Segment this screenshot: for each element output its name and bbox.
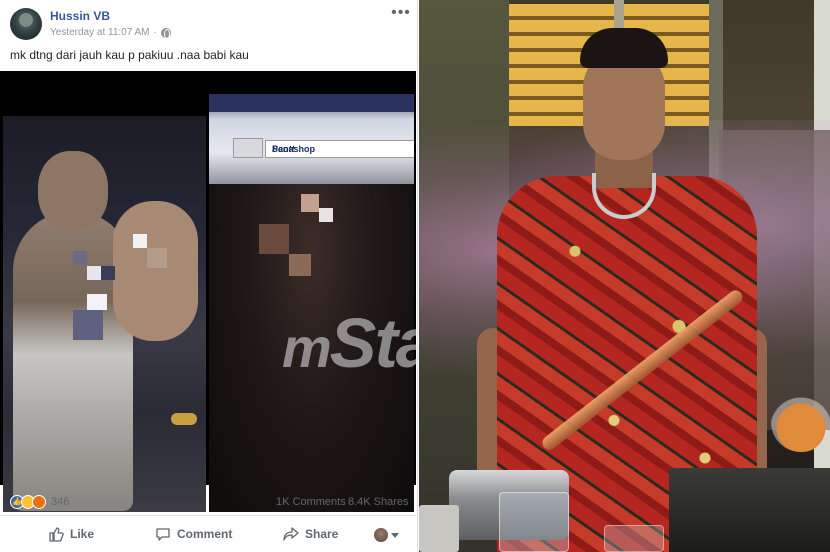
lab-bench: [669, 468, 830, 552]
viewer-selector[interactable]: [374, 528, 399, 542]
like-label: Like: [70, 527, 95, 541]
post-meta: Yesterday at 11:07 AM ·: [50, 27, 171, 39]
shares-count[interactable]: 8.4K Shares: [348, 496, 409, 508]
glass-beaker: [499, 492, 569, 552]
pixelation-block: [289, 254, 311, 276]
pixelation-block: [73, 251, 87, 265]
author-avatar[interactable]: [10, 8, 42, 40]
comments-count[interactable]: 1K Comments: [276, 496, 346, 508]
pixelation-block: [87, 294, 107, 310]
post-stats: 👍 346 1K Comments 8.4K Shares: [0, 488, 418, 516]
thumbs-up-icon: [49, 527, 64, 542]
reactions-summary[interactable]: 👍 346: [10, 495, 69, 509]
pixelation-block: [147, 248, 167, 268]
round-flask: [771, 372, 830, 452]
gold-ring: [171, 413, 197, 425]
more-options-button[interactable]: •••: [390, 5, 412, 24]
blurred-face: [38, 151, 108, 231]
pixelation-block: [133, 234, 147, 248]
comment-button[interactable]: Comment: [155, 526, 232, 542]
post-media[interactable]: Panashop Scott mStar: [0, 71, 460, 512]
ac-unit: [233, 138, 263, 158]
video-frame-left[interactable]: [3, 116, 206, 512]
pixelation-block: [101, 266, 115, 280]
comment-icon: [156, 528, 170, 541]
angry-icon: [32, 495, 46, 509]
share-button[interactable]: Share: [283, 526, 338, 542]
shop-sign-secondary: Scott: [272, 144, 295, 154]
pixelation-block: [73, 310, 103, 340]
post-actions: Like Comment Share: [0, 518, 418, 552]
top-banner: [209, 94, 414, 112]
comment-label: Comment: [177, 527, 233, 541]
globe-icon[interactable]: [160, 27, 171, 39]
post-header: Hussin VB Yesterday at 11:07 AM · •••: [0, 0, 418, 46]
reaction-count: 346: [51, 496, 70, 508]
share-arrow-icon: [283, 527, 299, 541]
post-text: mk dtng dari jauh kau p pakiuu .naa babi…: [10, 48, 249, 62]
portrait-photo: [419, 0, 830, 552]
hair: [580, 28, 668, 68]
glass-beaker: [604, 525, 664, 552]
like-button[interactable]: Like: [48, 526, 94, 542]
share-label: Share: [305, 527, 339, 541]
pixelation-block: [87, 266, 101, 280]
pixelation-block: [259, 224, 289, 254]
post-timestamp[interactable]: Yesterday at 11:07 AM: [50, 27, 150, 38]
shop-sign: Panashop Scott: [265, 140, 414, 158]
chevron-down-icon: [391, 532, 399, 538]
burner: [419, 505, 459, 552]
viewer-avatar: [374, 528, 388, 542]
facebook-post: Hussin VB Yesterday at 11:07 AM · ••• mk…: [0, 0, 460, 552]
blurred-hand: [113, 201, 198, 341]
author-name[interactable]: Hussin VB: [50, 9, 110, 23]
pixelation-block: [319, 208, 333, 222]
pixelation-block: [301, 194, 319, 212]
